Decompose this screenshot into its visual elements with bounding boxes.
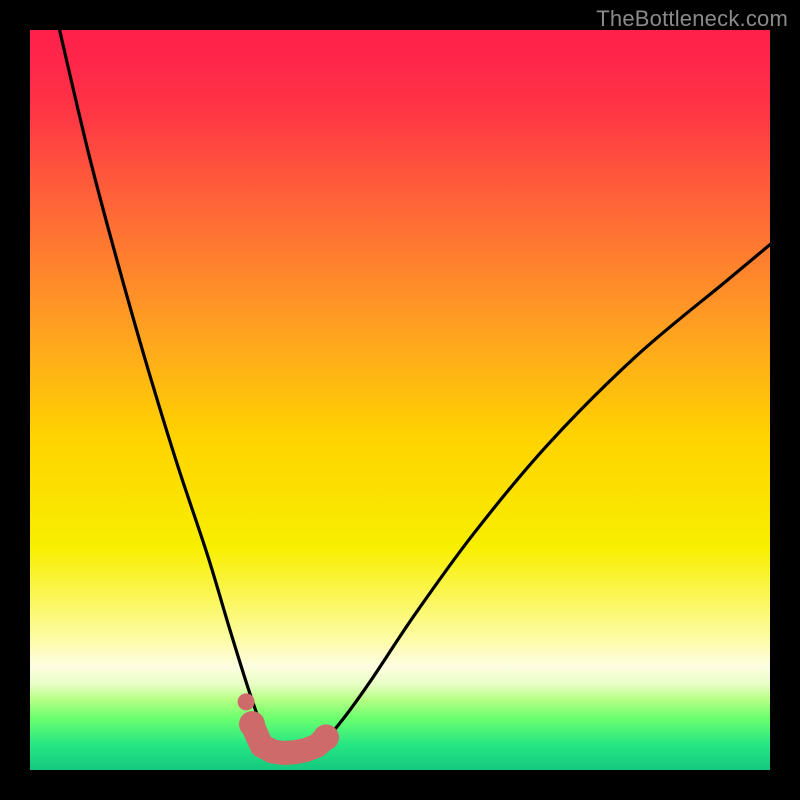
optimum-dot <box>238 693 255 710</box>
optimum-end <box>313 724 339 750</box>
plot-area <box>30 30 770 770</box>
optimum-markers <box>238 693 339 753</box>
optimum-end <box>239 711 265 737</box>
watermark-text: TheBottleneck.com <box>596 6 788 32</box>
chart-layer <box>30 30 770 770</box>
outer-frame: TheBottleneck.com <box>0 0 800 800</box>
bottleneck-curve <box>60 30 770 752</box>
